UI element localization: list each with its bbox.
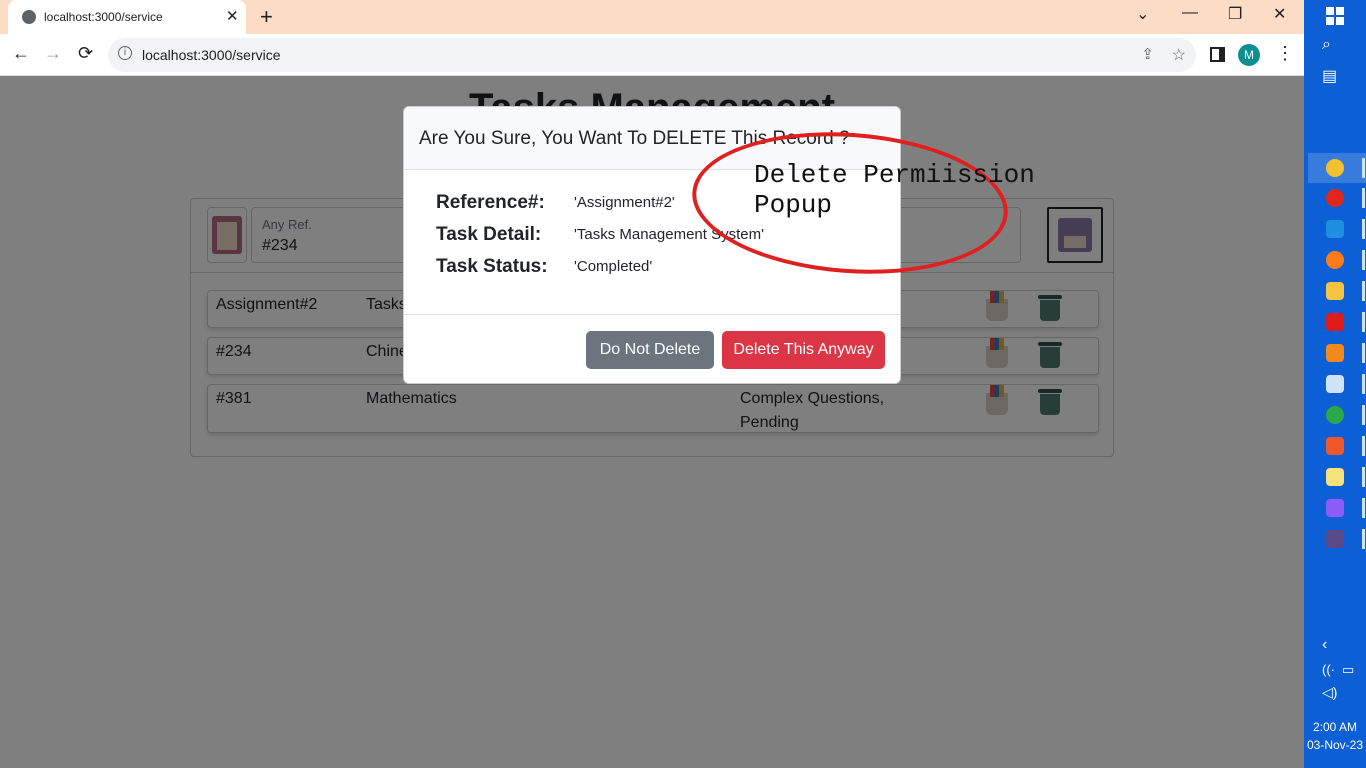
- chevron-left-icon[interactable]: ‹: [1322, 636, 1327, 654]
- url-text[interactable]: localhost:3000/service: [142, 47, 281, 63]
- running-indicator: [1362, 405, 1365, 425]
- running-indicator: [1362, 219, 1365, 239]
- close-tab-icon[interactable]: ✕: [226, 7, 239, 25]
- tab-strip: localhost:3000/service ✕ + ⌄ — ❐ ✕: [0, 0, 1304, 34]
- delete-anyway-button[interactable]: Delete This Anyway: [722, 331, 885, 369]
- reference-label: Reference#:: [436, 192, 545, 213]
- do-not-delete-button[interactable]: Do Not Delete: [586, 331, 714, 369]
- running-indicator: [1362, 374, 1365, 394]
- running-indicator: [1362, 312, 1365, 332]
- chrome-icon[interactable]: [1326, 406, 1344, 424]
- running-indicator: [1362, 188, 1365, 208]
- app-red-icon[interactable]: [1326, 313, 1344, 331]
- task-status-label: Task Status:: [436, 256, 548, 277]
- running-indicator: [1362, 529, 1365, 549]
- site-info-icon[interactable]: i: [118, 46, 132, 60]
- firefox-icon[interactable]: [1326, 251, 1344, 269]
- windows-start-icon[interactable]: [1326, 7, 1344, 25]
- running-indicator: [1362, 158, 1365, 178]
- minimize-button[interactable]: —: [1182, 4, 1198, 22]
- side-panel-icon[interactable]: [1210, 47, 1225, 62]
- clock-date: 03-Nov-23: [1306, 738, 1364, 752]
- task-view-icon[interactable]: ▤: [1322, 66, 1337, 86]
- toolbar: ← → ⟳ i localhost:3000/service ⇪ ☆ M ⋮: [0, 34, 1304, 76]
- terminal-icon[interactable]: [1326, 530, 1344, 548]
- running-indicator: [1362, 343, 1365, 363]
- annotation-line-2: Popup: [754, 190, 833, 220]
- opera-icon[interactable]: [1326, 189, 1344, 207]
- close-window-button[interactable]: ✕: [1273, 4, 1286, 24]
- modal-footer: Do Not Delete Delete This Anyway: [404, 314, 900, 383]
- back-button[interactable]: ←: [12, 43, 30, 64]
- notepad-icon[interactable]: [1326, 375, 1344, 393]
- running-indicator: [1362, 498, 1365, 518]
- share-icon[interactable]: ⇪: [1141, 45, 1154, 63]
- menu-kebab-icon[interactable]: ⋮: [1276, 43, 1294, 64]
- running-indicator: [1362, 436, 1365, 456]
- chrome-canary-icon[interactable]: [1326, 159, 1344, 177]
- address-bar[interactable]: i localhost:3000/service ⇪ ☆: [108, 38, 1196, 72]
- sticky-notes-icon[interactable]: [1326, 468, 1344, 486]
- task-status-value: 'Completed': [574, 258, 653, 275]
- visual-studio-icon[interactable]: [1326, 499, 1344, 517]
- reload-button[interactable]: ⟳: [78, 43, 93, 64]
- tab-title: localhost:3000/service: [44, 10, 163, 24]
- tab-search-icon[interactable]: ⌄: [1136, 4, 1149, 24]
- running-indicator: [1362, 250, 1365, 270]
- globe-icon: [22, 10, 36, 24]
- annotation-text: Delete Permiission Popup: [754, 160, 1035, 220]
- profile-avatar[interactable]: M: [1238, 44, 1260, 66]
- file-explorer-icon[interactable]: [1326, 282, 1344, 300]
- task-detail-label: Task Detail:: [436, 224, 542, 245]
- forward-button[interactable]: →: [44, 43, 62, 64]
- search-icon[interactable]: ⌕: [1322, 36, 1331, 54]
- annotation-line-1: Delete Permiission: [754, 160, 1035, 190]
- reference-value: 'Assignment#2': [574, 194, 675, 211]
- bookmark-star-icon[interactable]: ☆: [1172, 45, 1186, 65]
- running-indicator: [1362, 281, 1365, 301]
- battery-icon[interactable]: ▭: [1342, 662, 1354, 678]
- vlc-icon[interactable]: [1326, 344, 1344, 362]
- clock[interactable]: 2:00 AM 03-Nov-23: [1304, 718, 1366, 754]
- wifi-icon[interactable]: ((·: [1322, 662, 1335, 677]
- running-indicator: [1362, 467, 1365, 487]
- windows-taskbar: ⌕ ▤ ‹ ((· ▭ ◁) 2:00 AM 03-Nov-23: [1304, 0, 1366, 768]
- restore-button[interactable]: ❐: [1228, 4, 1242, 24]
- volume-icon[interactable]: ◁): [1322, 684, 1337, 701]
- vscode-icon[interactable]: [1326, 220, 1344, 238]
- tab-service[interactable]: localhost:3000/service ✕: [8, 0, 246, 34]
- new-tab-button[interactable]: +: [260, 4, 273, 30]
- brave-icon[interactable]: [1326, 437, 1344, 455]
- clock-time: 2:00 AM: [1312, 720, 1358, 734]
